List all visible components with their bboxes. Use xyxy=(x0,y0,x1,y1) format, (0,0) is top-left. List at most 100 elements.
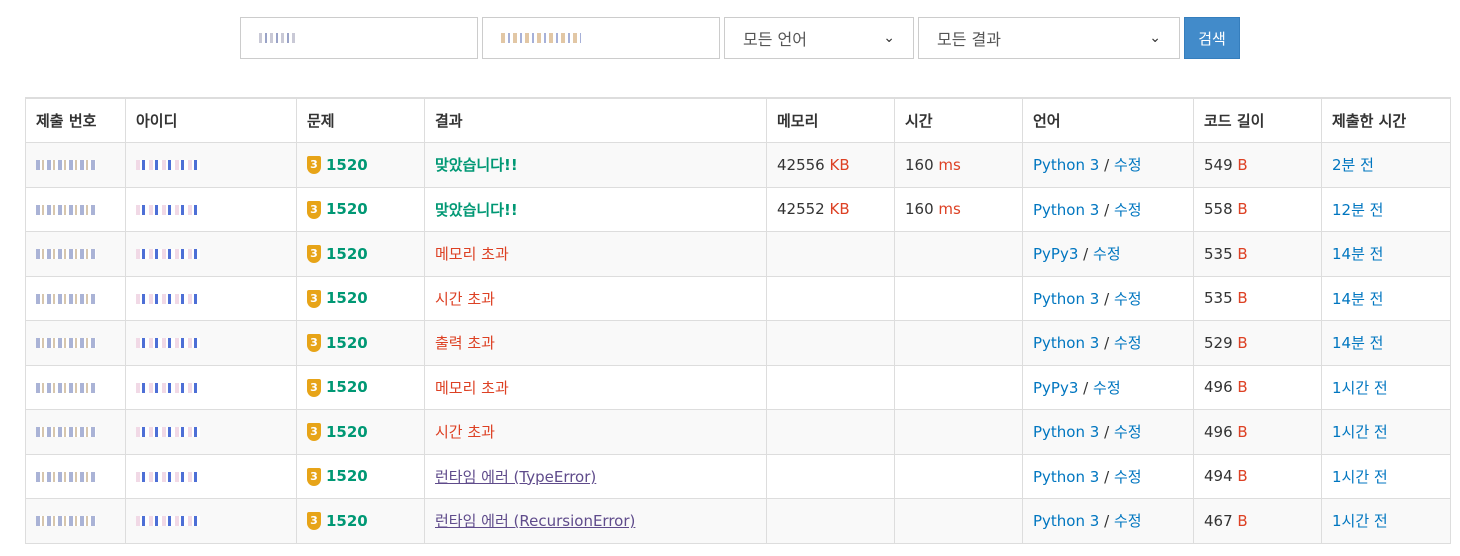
table-row: 3 1520 메모리 초과 PyPy3 / 수정 496 B 1시간 전 xyxy=(25,364,1451,410)
result-text[interactable]: 맞았습니다!! xyxy=(435,201,518,219)
submission-id-cell[interactable] xyxy=(25,409,126,455)
problem-link[interactable]: 1520 xyxy=(326,334,368,352)
result-cell: 메모리 초과 xyxy=(424,364,767,410)
submission-id-cell[interactable] xyxy=(25,275,126,321)
problem-cell[interactable]: 3 1520 xyxy=(296,320,425,366)
language-link[interactable]: Python 3 xyxy=(1033,290,1099,308)
search-bar: 모든 언어 ⌄ 모든 결과 ⌄ 검색 xyxy=(240,16,1240,60)
problem-link[interactable]: 1520 xyxy=(326,423,368,441)
edit-link[interactable]: 수정 xyxy=(1114,468,1142,486)
edit-link[interactable]: 수정 xyxy=(1114,512,1142,530)
problem-link[interactable]: 1520 xyxy=(326,289,368,307)
language-link[interactable]: Python 3 xyxy=(1033,423,1099,441)
user-id-cell[interactable] xyxy=(125,231,297,277)
submission-id-cell[interactable] xyxy=(25,364,126,410)
code-length-unit: B xyxy=(1237,422,1248,441)
table-row: 3 1520 시간 초과 Python 3 / 수정 535 B 14분 전 xyxy=(25,275,1451,321)
language-cell: Python 3 / 수정 xyxy=(1022,142,1194,188)
submitted-time-link[interactable]: 14분 전 xyxy=(1332,334,1383,352)
memory-value: 42556 xyxy=(777,155,825,174)
result-text[interactable]: 출력 초과 xyxy=(435,334,495,352)
problem-link[interactable]: 1520 xyxy=(326,200,368,218)
submitted-time-link[interactable]: 2분 전 xyxy=(1332,156,1374,174)
problem-link[interactable]: 1520 xyxy=(326,467,368,485)
user-id-cell[interactable] xyxy=(125,186,297,232)
result-select[interactable]: 모든 결과 ⌄ xyxy=(918,17,1180,59)
language-select[interactable]: 모든 언어 ⌄ xyxy=(724,17,914,59)
user-id-cell[interactable] xyxy=(125,142,297,188)
result-text[interactable]: 런타임 에러 (RecursionError) xyxy=(435,512,635,530)
language-cell: Python 3 / 수정 xyxy=(1022,453,1194,499)
problem-cell[interactable]: 3 1520 xyxy=(296,364,425,410)
tier-badge-icon: 3 xyxy=(307,467,321,486)
problem-cell[interactable]: 3 1520 xyxy=(296,142,425,188)
edit-link[interactable]: 수정 xyxy=(1114,290,1142,308)
language-link[interactable]: PyPy3 xyxy=(1033,379,1078,397)
language-link[interactable]: Python 3 xyxy=(1033,156,1099,174)
edit-link[interactable]: 수정 xyxy=(1114,156,1142,174)
blurred-user-id xyxy=(136,516,200,527)
result-text[interactable]: 맞았습니다!! xyxy=(435,156,518,174)
result-text[interactable]: 런타임 에러 (TypeError) xyxy=(435,468,596,486)
problem-cell[interactable]: 3 1520 xyxy=(296,275,425,321)
user-id-cell[interactable] xyxy=(125,320,297,366)
language-link[interactable]: Python 3 xyxy=(1033,201,1099,219)
result-text[interactable]: 메모리 초과 xyxy=(435,245,509,263)
problem-link[interactable]: 1520 xyxy=(326,512,368,530)
user-id-cell[interactable] xyxy=(125,498,297,544)
submitted-time-link[interactable]: 1시간 전 xyxy=(1332,468,1388,486)
result-text[interactable]: 시간 초과 xyxy=(435,423,495,441)
submitted-time-link[interactable]: 1시간 전 xyxy=(1332,379,1388,397)
edit-link[interactable]: 수정 xyxy=(1093,245,1121,263)
submission-id-cell[interactable] xyxy=(25,186,126,232)
edit-link[interactable]: 수정 xyxy=(1114,334,1142,352)
submission-id-cell[interactable] xyxy=(25,142,126,188)
submission-id-cell[interactable] xyxy=(25,453,126,499)
problem-id-input[interactable] xyxy=(482,17,720,59)
time-cell: 160 ms xyxy=(894,142,1023,188)
problem-cell[interactable]: 3 1520 xyxy=(296,498,425,544)
user-id-cell[interactable] xyxy=(125,275,297,321)
table-row: 3 1520 시간 초과 Python 3 / 수정 496 B 1시간 전 xyxy=(25,409,1451,455)
edit-link[interactable]: 수정 xyxy=(1093,379,1121,397)
memory-unit: KB xyxy=(829,200,850,219)
problem-link[interactable]: 1520 xyxy=(326,245,368,263)
problem-cell[interactable]: 3 1520 xyxy=(296,186,425,232)
submitted-time-cell: 12분 전 xyxy=(1321,186,1451,232)
submission-id-cell[interactable] xyxy=(25,498,126,544)
edit-link[interactable]: 수정 xyxy=(1114,201,1142,219)
submitted-time-link[interactable]: 1시간 전 xyxy=(1332,512,1388,530)
submitted-time-link[interactable]: 12분 전 xyxy=(1332,201,1383,219)
submission-id-cell[interactable] xyxy=(25,320,126,366)
submitted-time-link[interactable]: 1시간 전 xyxy=(1332,423,1388,441)
submission-id-cell[interactable] xyxy=(25,231,126,277)
submitted-time-cell: 1시간 전 xyxy=(1321,453,1451,499)
language-link[interactable]: Python 3 xyxy=(1033,468,1099,486)
user-id-cell[interactable] xyxy=(125,409,297,455)
result-text[interactable]: 시간 초과 xyxy=(435,290,495,308)
problem-link[interactable]: 1520 xyxy=(326,378,368,396)
problem-cell[interactable]: 3 1520 xyxy=(296,409,425,455)
tier-badge-icon: 3 xyxy=(307,156,321,174)
code-length-cell: 494 B xyxy=(1193,453,1322,499)
blurred-problem-id xyxy=(501,33,581,43)
result-text[interactable]: 메모리 초과 xyxy=(435,379,509,397)
language-link[interactable]: Python 3 xyxy=(1033,512,1099,530)
memory-cell xyxy=(766,498,895,544)
language-link[interactable]: PyPy3 xyxy=(1033,245,1078,263)
user-id-cell[interactable] xyxy=(125,364,297,410)
user-id-input[interactable] xyxy=(240,17,478,59)
tier-badge-icon: 3 xyxy=(307,423,321,441)
problem-cell[interactable]: 3 1520 xyxy=(296,231,425,277)
language-cell: Python 3 / 수정 xyxy=(1022,498,1194,544)
code-length-unit: B xyxy=(1237,378,1248,397)
submitted-time-link[interactable]: 14분 전 xyxy=(1332,245,1383,263)
submitted-time-link[interactable]: 14분 전 xyxy=(1332,290,1383,308)
edit-link[interactable]: 수정 xyxy=(1114,423,1142,441)
search-button[interactable]: 검색 xyxy=(1184,17,1240,59)
language-link[interactable]: Python 3 xyxy=(1033,334,1099,352)
code-length-unit: B xyxy=(1237,200,1248,219)
problem-cell[interactable]: 3 1520 xyxy=(296,453,425,499)
user-id-cell[interactable] xyxy=(125,453,297,499)
problem-link[interactable]: 1520 xyxy=(326,156,368,174)
